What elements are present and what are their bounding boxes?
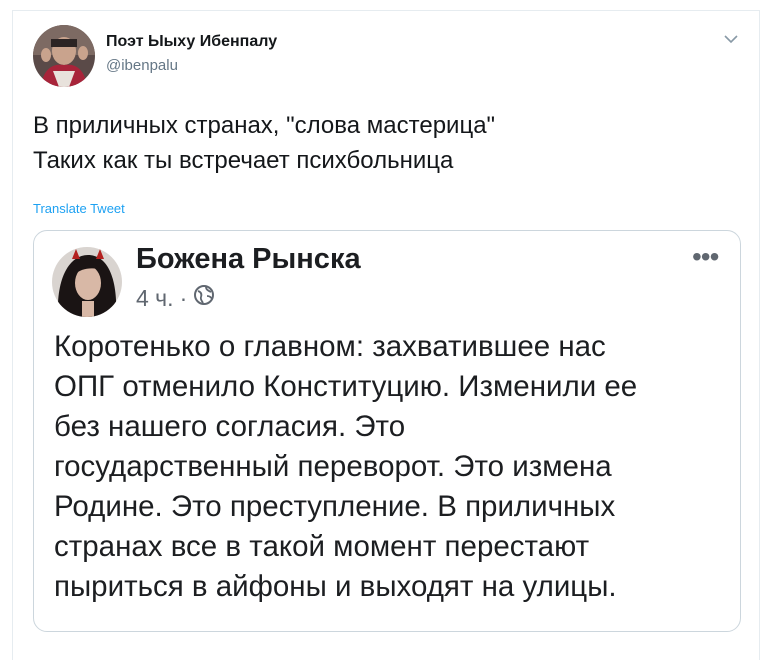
globe-icon (193, 284, 215, 312)
meta-separator: · (179, 284, 188, 311)
post-text-line: государственный переворот. Это измена (54, 450, 612, 483)
post-time: 4 ч. (136, 284, 174, 311)
post-text-line: без нашего согласия. Это (54, 410, 406, 443)
tweet-text-line: В приличных странах, "слова мастерица" (33, 112, 496, 139)
post-author-name: Божена Рынска (136, 243, 361, 275)
post-meta: 4 ч. · (136, 284, 215, 312)
post-text-line: Коротенько о главном: захватившее нас (54, 330, 606, 363)
tweet-text: В приличных странах, "слова мастерица" Т… (33, 108, 495, 178)
tweet-card: Поэт Ыыху Ибенпалу @ibenpalu В приличных… (12, 10, 760, 660)
translate-tweet-link[interactable]: Translate Tweet (33, 201, 125, 216)
post-author-avatar (52, 247, 122, 317)
author-handle[interactable]: @ibenpalu (106, 57, 178, 74)
more-options-icon: ••• (692, 241, 719, 272)
tweet-text-line: Таких как ты встречает психбольница (33, 147, 454, 174)
author-avatar[interactable] (33, 25, 95, 87)
embedded-post-image[interactable]: Божена Рынска 4 ч. · ••• Коротенько о гл… (33, 230, 741, 632)
post-text: Коротенько о главном: захватившее нас ОП… (54, 327, 637, 607)
post-text-line: Родине. Это преступление. В приличных (54, 490, 616, 523)
author-name[interactable]: Поэт Ыыху Ибенпалу (106, 33, 277, 51)
chevron-down-icon[interactable] (721, 31, 741, 47)
post-text-line: странах все в такой момент перестают (54, 530, 590, 563)
post-text-line: пыриться в айфоны и выходят на улицы. (54, 570, 617, 603)
post-text-line: ОПГ отменило Конституцию. Изменили ее (54, 370, 638, 403)
